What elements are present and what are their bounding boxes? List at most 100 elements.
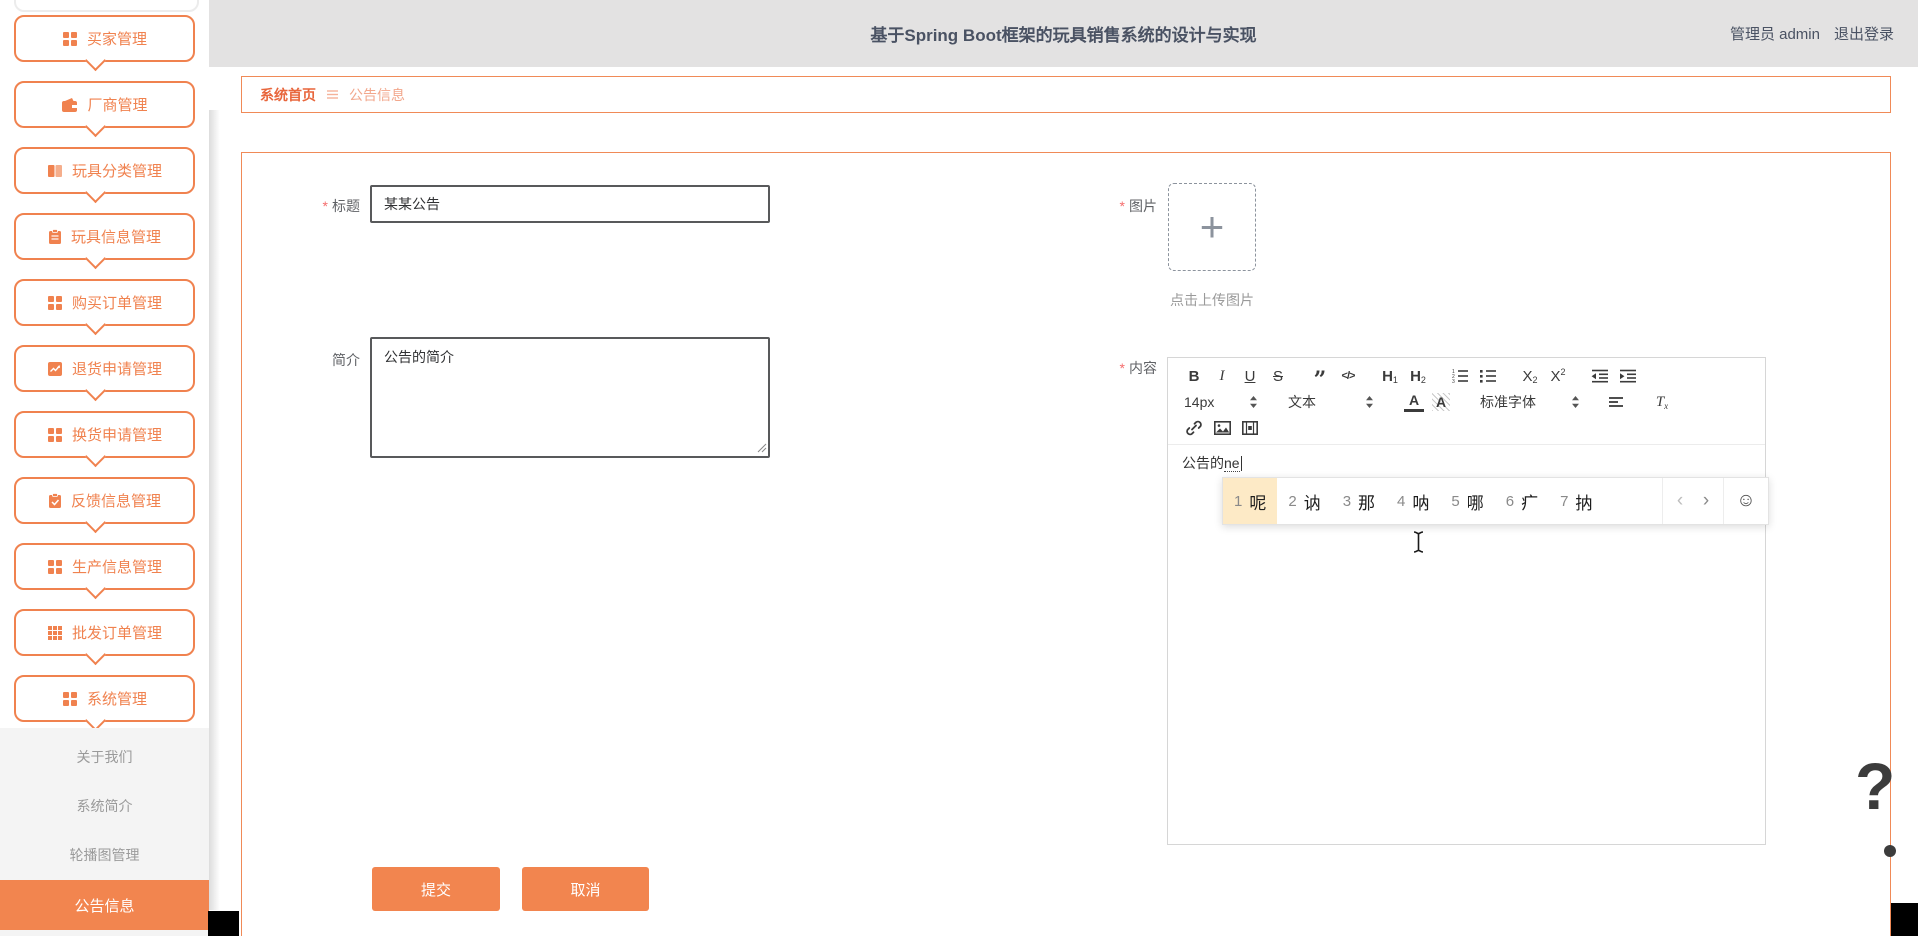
indent-button[interactable] — [1618, 365, 1638, 387]
viewport-black-gap-left — [208, 911, 239, 936]
editor-typed-text: 公告的 — [1182, 455, 1224, 471]
intro-textarea-wrap: 公告的简介 — [370, 337, 770, 458]
candidate-number: 1 — [1234, 492, 1243, 510]
candidate-number: 5 — [1451, 492, 1460, 510]
sidebar-item-3[interactable]: 玩具分类管理 — [14, 147, 195, 194]
unordered-list-icon — [1479, 370, 1496, 383]
help-widget-dot — [1884, 845, 1896, 857]
required-mark: * — [1119, 198, 1125, 214]
ime-candidate-1[interactable]: 1呢 — [1223, 478, 1278, 524]
video-icon — [1242, 421, 1258, 435]
sidebar-item-label: 买家管理 — [86, 31, 147, 48]
bold-button[interactable]: B — [1184, 365, 1204, 387]
insert-link-button[interactable] — [1184, 417, 1204, 439]
clear-format-button[interactable]: Tx — [1652, 391, 1672, 413]
sidebar-item-partial — [14, 0, 199, 12]
sidebar-item-1[interactable]: 买家管理 — [14, 15, 195, 62]
submenu-item-1[interactable]: 关于我们 — [0, 733, 209, 781]
background-color-button[interactable]: A — [1432, 393, 1450, 411]
sidebar-item-8[interactable]: 反馈信息管理 — [14, 477, 195, 524]
ime-emoji-button[interactable]: ☺ — [1723, 478, 1768, 524]
submenu-item-3[interactable]: 轮播图管理 — [0, 831, 209, 879]
underline-button[interactable]: U — [1240, 365, 1260, 387]
help-widget-question-mark[interactable]: ? — [1855, 748, 1895, 824]
upload-hint: 点击上传图片 — [1170, 292, 1254, 308]
ime-candidate-3[interactable]: 3那 — [1332, 478, 1386, 524]
subscript-button[interactable]: X2 — [1520, 365, 1540, 387]
sidebar-item-2[interactable]: 厂商管理 — [14, 81, 195, 128]
wallet-icon — [61, 97, 78, 113]
ime-candidate-bar: 1呢2讷3那4呐5哪6疒7抐 ‹ › ☺ — [1222, 477, 1769, 525]
ime-next-page-button[interactable]: › — [1693, 490, 1719, 512]
sidebar-item-label: 批发订单管理 — [71, 625, 162, 642]
paragraph-format-select[interactable]: 文本 — [1288, 391, 1374, 413]
image-icon — [1213, 421, 1231, 435]
title-input[interactable] — [370, 185, 770, 223]
ime-candidate-6[interactable]: 6疒 — [1495, 478, 1549, 524]
ime-prev-page-button[interactable]: ‹ — [1667, 490, 1693, 512]
outdent-button[interactable] — [1590, 365, 1610, 387]
breadcrumb-separator-icon — [327, 90, 338, 99]
text-caret — [1240, 456, 1242, 471]
indent-icon — [1620, 369, 1636, 383]
ordered-list-button[interactable]: 123 — [1450, 365, 1470, 387]
toolbar-row-1: B I U S ” </> H1 H2 123 X 2 X 2 — [1184, 361, 1749, 391]
sidebar-item-label: 购买订单管理 — [71, 295, 162, 312]
image-upload-dropzone[interactable]: + — [1168, 183, 1256, 271]
ime-candidate-2[interactable]: 2讷 — [1277, 478, 1331, 524]
sidebar-item-10[interactable]: 批发订单管理 — [14, 609, 195, 656]
strikethrough-button[interactable]: S — [1268, 365, 1288, 387]
cancel-button[interactable]: 取消 — [522, 867, 649, 911]
insert-image-button[interactable] — [1212, 417, 1232, 439]
sidebar-item-label: 退货申请管理 — [71, 361, 162, 378]
heading1-button[interactable]: H1 — [1380, 365, 1400, 387]
ime-composition-text: ne — [1224, 455, 1240, 472]
svg-text:3: 3 — [1452, 379, 1455, 383]
code-button[interactable]: </> — [1338, 365, 1358, 387]
sidebar-item-label: 换货申请管理 — [71, 427, 162, 444]
sidebar-submenu: 关于我们 系统简介 轮播图管理 公告信息 — [0, 728, 209, 936]
sidebar-item-4[interactable]: 玩具信息管理 — [14, 213, 195, 260]
intro-field-label: 简介 — [332, 352, 360, 368]
sidebar-item-5[interactable]: 购买订单管理 — [14, 279, 195, 326]
candidate-number: 4 — [1397, 492, 1406, 510]
intro-textarea[interactable]: 公告的简介 — [370, 337, 770, 458]
sidebar: 买家管理厂商管理玩具分类管理 玩具信息管理购买订单管理 退货申请管理 换货申请管理 反馈… — [0, 0, 209, 936]
superscript-button[interactable]: X2 — [1548, 365, 1568, 387]
logout-link[interactable]: 退出登录 — [1834, 23, 1894, 44]
alignment-button[interactable] — [1606, 391, 1626, 413]
ime-candidate-7[interactable]: 7抐 — [1549, 478, 1603, 524]
insert-video-button[interactable] — [1240, 417, 1260, 439]
toolbar-row-2: 14px 文本 A A 标准字体 T x — [1184, 389, 1749, 415]
breadcrumb-home[interactable]: 系统首页 — [260, 85, 316, 105]
candidate-character: 那 — [1358, 493, 1376, 513]
font-color-button[interactable]: A — [1404, 393, 1424, 412]
unordered-list-button[interactable] — [1478, 365, 1498, 387]
heading2-button[interactable]: H2 — [1408, 365, 1428, 387]
italic-button[interactable]: I — [1212, 365, 1232, 387]
content-field-label: * 内容 — [1119, 360, 1157, 376]
submenu-item-4[interactable]: 公告信息 — [0, 880, 209, 930]
updown-arrows-icon — [1366, 396, 1373, 408]
grid9-icon — [47, 625, 63, 641]
sidebar-item-7[interactable]: 换货申请管理 — [14, 411, 195, 458]
submenu-item-2[interactable]: 系统简介 — [0, 782, 209, 830]
sidebar-item-6[interactable]: 退货申请管理 — [14, 345, 195, 392]
chart-icon — [47, 361, 63, 377]
sidebar-item-11[interactable]: 系统管理 — [14, 675, 195, 722]
updown-arrows-icon — [1250, 396, 1257, 408]
font-family-select[interactable]: 标准字体 — [1480, 391, 1580, 413]
logged-in-user: 管理员 admin — [1729, 26, 1820, 43]
grid-icon — [62, 691, 78, 707]
title-field-label: * 标题 — [322, 198, 360, 214]
ime-candidate-4[interactable]: 4呐 — [1386, 478, 1440, 524]
sidebar-item-label: 反馈信息管理 — [70, 493, 161, 510]
candidate-number: 6 — [1505, 492, 1515, 510]
submit-button[interactable]: 提交 — [372, 867, 500, 911]
blockquote-button[interactable]: ” — [1310, 361, 1330, 391]
sidebar-item-9[interactable]: 生产信息管理 — [14, 543, 195, 590]
font-size-select[interactable]: 14px — [1184, 391, 1258, 413]
ime-candidate-5[interactable]: 5哪 — [1440, 478, 1494, 524]
candidate-character: 抐 — [1575, 493, 1593, 513]
ime-candidates: 1呢2讷3那4呐5哪6疒7抐 — [1223, 478, 1662, 524]
